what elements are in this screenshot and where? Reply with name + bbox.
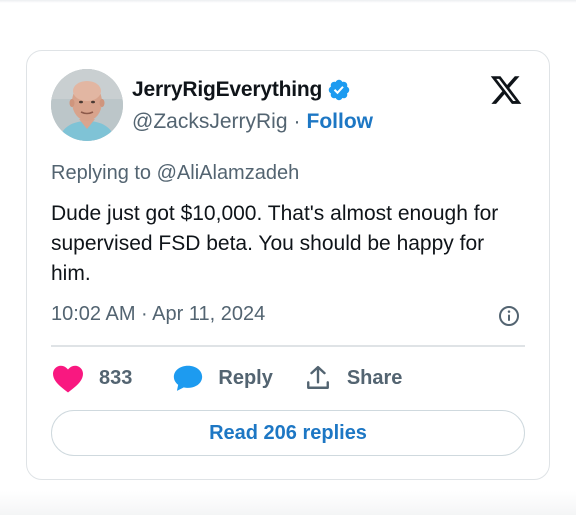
reply-button[interactable]: Reply (172, 363, 273, 393)
speech-bubble-icon (174, 365, 203, 391)
tweet-card: JerryRigEverything @ZacksJerryRig · Foll… (26, 50, 550, 480)
reply-label: Reply (218, 366, 273, 389)
action-bar: 833 Reply Share (51, 363, 402, 393)
top-edge-shadow (0, 0, 576, 3)
read-replies-button[interactable]: Read 206 replies (51, 410, 525, 456)
share-upload-icon (306, 365, 329, 389)
follow-button[interactable]: Follow (307, 110, 374, 134)
x-logo-icon[interactable] (489, 73, 523, 107)
tweet-text: Dude just got $10,000. That's almost eno… (51, 202, 499, 285)
author-handle[interactable]: @ZacksJerryRig (132, 110, 288, 134)
like-button[interactable]: 833 (51, 363, 132, 393)
bottom-edge-shadow (0, 491, 576, 515)
replying-to-mention[interactable]: @AliAlamzadeh (157, 162, 300, 184)
handle-separator: · (293, 110, 301, 133)
divider (51, 345, 525, 347)
read-replies-label: Read 206 replies (209, 421, 367, 444)
tweet-timestamp[interactable]: 10:02 AM · Apr 11, 2024 (51, 303, 265, 326)
avatar-image (51, 69, 123, 141)
verified-badge-icon (328, 79, 350, 101)
info-icon[interactable] (497, 304, 521, 328)
screenshot-page: JerryRigEverything @ZacksJerryRig · Foll… (0, 0, 576, 515)
author-name-row: JerryRigEverything (132, 76, 351, 104)
avatar[interactable] (51, 69, 123, 141)
author-handle-row: @ZacksJerryRig · Follow (132, 109, 373, 135)
replying-to-prefix: Replying to (51, 162, 157, 184)
heart-icon (53, 365, 83, 393)
replying-to-line: Replying to @AliAlamzadeh (51, 162, 299, 185)
author-display-name[interactable]: JerryRigEverything (132, 78, 322, 102)
like-count: 833 (99, 366, 133, 389)
share-label: Share (346, 366, 403, 389)
share-button[interactable]: Share (305, 363, 403, 393)
